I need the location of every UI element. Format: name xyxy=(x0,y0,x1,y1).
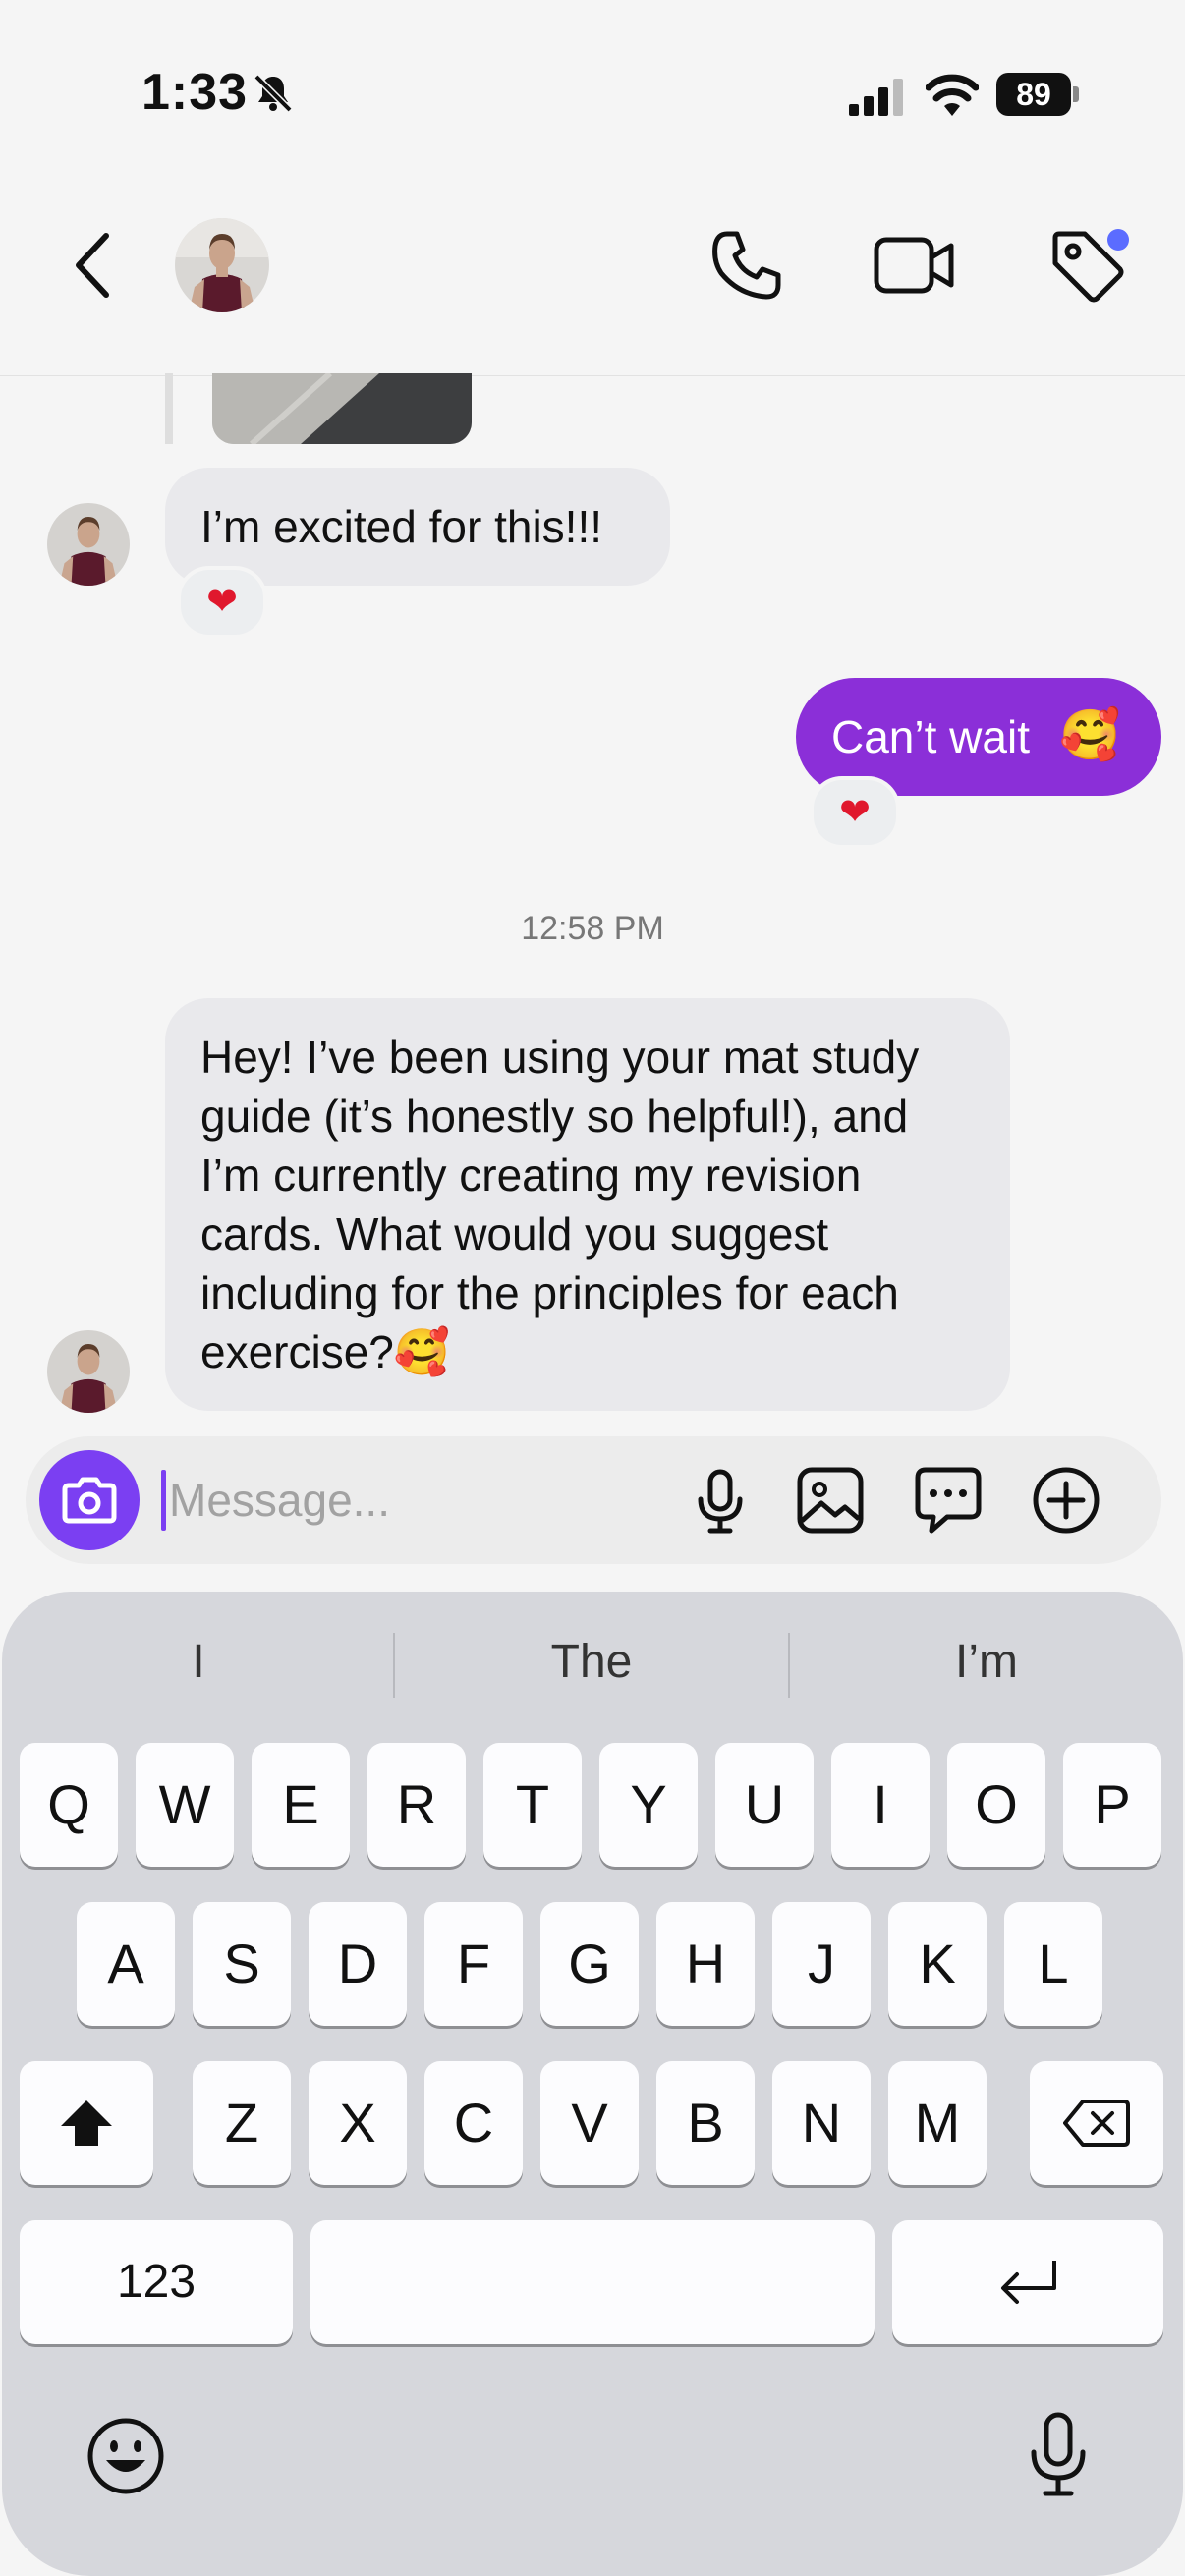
keyboard: I The I’m Q W E R T Y U I O P A S D F G … xyxy=(2,1592,1183,2576)
status-time: 1:33 xyxy=(141,64,249,121)
key[interactable]: D xyxy=(309,1902,407,2026)
key[interactable]: T xyxy=(483,1743,582,1867)
message-line: cards. What would you suggest xyxy=(200,1208,829,1260)
message-line: exercise? xyxy=(200,1326,394,1377)
key[interactable]: O xyxy=(947,1743,1045,1867)
key[interactable]: R xyxy=(367,1743,466,1867)
message-line: guide (it’s honestly so helpful!), and xyxy=(200,1091,909,1142)
key[interactable]: B xyxy=(656,2061,755,2185)
key[interactable]: X xyxy=(309,2061,407,2185)
key[interactable]: N xyxy=(772,2061,871,2185)
chat-bubble-icon[interactable] xyxy=(912,1464,985,1537)
emoji-icon[interactable] xyxy=(85,2415,167,2497)
phone-icon[interactable] xyxy=(709,228,784,303)
suggestion-item[interactable]: The xyxy=(395,1631,788,1694)
key[interactable]: M xyxy=(888,2061,987,2185)
key[interactable]: Q xyxy=(20,1743,118,1867)
key[interactable]: L xyxy=(1004,1902,1102,2026)
sender-avatar[interactable] xyxy=(47,1330,130,1413)
notification-dot xyxy=(1107,229,1129,251)
key[interactable]: I xyxy=(831,1743,930,1867)
contact-avatar[interactable] xyxy=(175,218,269,312)
key[interactable]: C xyxy=(424,2061,523,2185)
key[interactable]: W xyxy=(136,1743,234,1867)
incoming-message[interactable]: Hey! I’ve been using your mat study guid… xyxy=(165,998,1010,1411)
battery-level: 89 xyxy=(996,73,1071,116)
key[interactable]: K xyxy=(888,1902,987,2026)
microphone-icon[interactable] xyxy=(684,1464,757,1537)
shift-arrow-icon xyxy=(61,2100,112,2146)
message-text: Can’t wait xyxy=(831,711,1030,762)
dictation-microphone-icon[interactable] xyxy=(1024,2411,1093,2499)
shared-image-thumbnail[interactable] xyxy=(212,373,472,444)
message-line: including for the principles for each xyxy=(200,1267,899,1318)
key[interactable]: F xyxy=(424,1902,523,2026)
smiling-face-hearts-emoji: 🥰 xyxy=(393,1326,451,1377)
chevron-left-icon[interactable] xyxy=(63,226,126,305)
key[interactable]: S xyxy=(193,1902,291,2026)
cellular-signal-icon xyxy=(849,79,903,116)
key[interactable]: G xyxy=(540,1902,639,2026)
video-camera-icon[interactable] xyxy=(873,230,955,301)
message-text-block: Hey! I’ve been using your mat study guid… xyxy=(200,1028,987,1381)
message-input[interactable] xyxy=(169,1464,680,1537)
suggestion-item[interactable]: I’m xyxy=(790,1631,1183,1694)
suggestion-item[interactable]: I xyxy=(2,1631,395,1694)
reaction-emoji: ❤ xyxy=(839,792,871,833)
gallery-icon[interactable] xyxy=(794,1464,867,1537)
shift-key[interactable] xyxy=(20,2061,153,2185)
message-timestamp: 12:58 PM xyxy=(521,910,664,947)
return-key[interactable] xyxy=(892,2220,1163,2344)
reply-indicator-bar xyxy=(165,373,173,444)
wifi-icon xyxy=(926,74,979,116)
backspace-icon xyxy=(1063,2100,1130,2147)
plus-circle-icon[interactable] xyxy=(1030,1464,1102,1537)
numbers-key[interactable]: 123 xyxy=(20,2220,293,2344)
key[interactable]: Z xyxy=(193,2061,291,2185)
camera-button[interactable] xyxy=(39,1450,140,1550)
message-text: I’m excited for this!!! xyxy=(200,501,603,552)
text-cursor xyxy=(161,1470,166,1531)
message-line-last: exercise?🥰 xyxy=(200,1322,987,1381)
message-line: I’m currently creating my revision xyxy=(200,1149,862,1201)
battery-indicator: 89 xyxy=(996,73,1079,118)
key[interactable]: J xyxy=(772,1902,871,2026)
space-key[interactable] xyxy=(310,2220,875,2344)
key[interactable]: P xyxy=(1063,1743,1161,1867)
smiling-face-hearts-emoji: 🥰 xyxy=(1059,707,1121,762)
status-bar: 1:33 89 xyxy=(0,0,1185,187)
camera-icon xyxy=(62,1477,117,1524)
key[interactable]: V xyxy=(540,2061,639,2185)
return-arrow-icon xyxy=(1001,2261,1056,2304)
heart-reaction[interactable]: ❤ xyxy=(177,566,267,639)
key[interactable]: A xyxy=(77,1902,175,2026)
delete-key[interactable] xyxy=(1030,2061,1163,2185)
reaction-emoji: ❤ xyxy=(206,582,238,623)
key[interactable]: Y xyxy=(599,1743,698,1867)
message-composer xyxy=(26,1436,1161,1564)
heart-reaction[interactable]: ❤ xyxy=(810,776,900,849)
sender-avatar[interactable] xyxy=(47,503,130,586)
chat-header xyxy=(0,187,1185,376)
battery-tip xyxy=(1073,86,1079,102)
bell-muted-icon xyxy=(254,74,293,113)
key[interactable]: E xyxy=(252,1743,350,1867)
predictive-bar: I The I’m xyxy=(2,1592,1183,1731)
key[interactable]: U xyxy=(715,1743,814,1867)
message-line: Hey! I’ve been using your mat study xyxy=(200,1032,920,1083)
key[interactable]: H xyxy=(656,1902,755,2026)
